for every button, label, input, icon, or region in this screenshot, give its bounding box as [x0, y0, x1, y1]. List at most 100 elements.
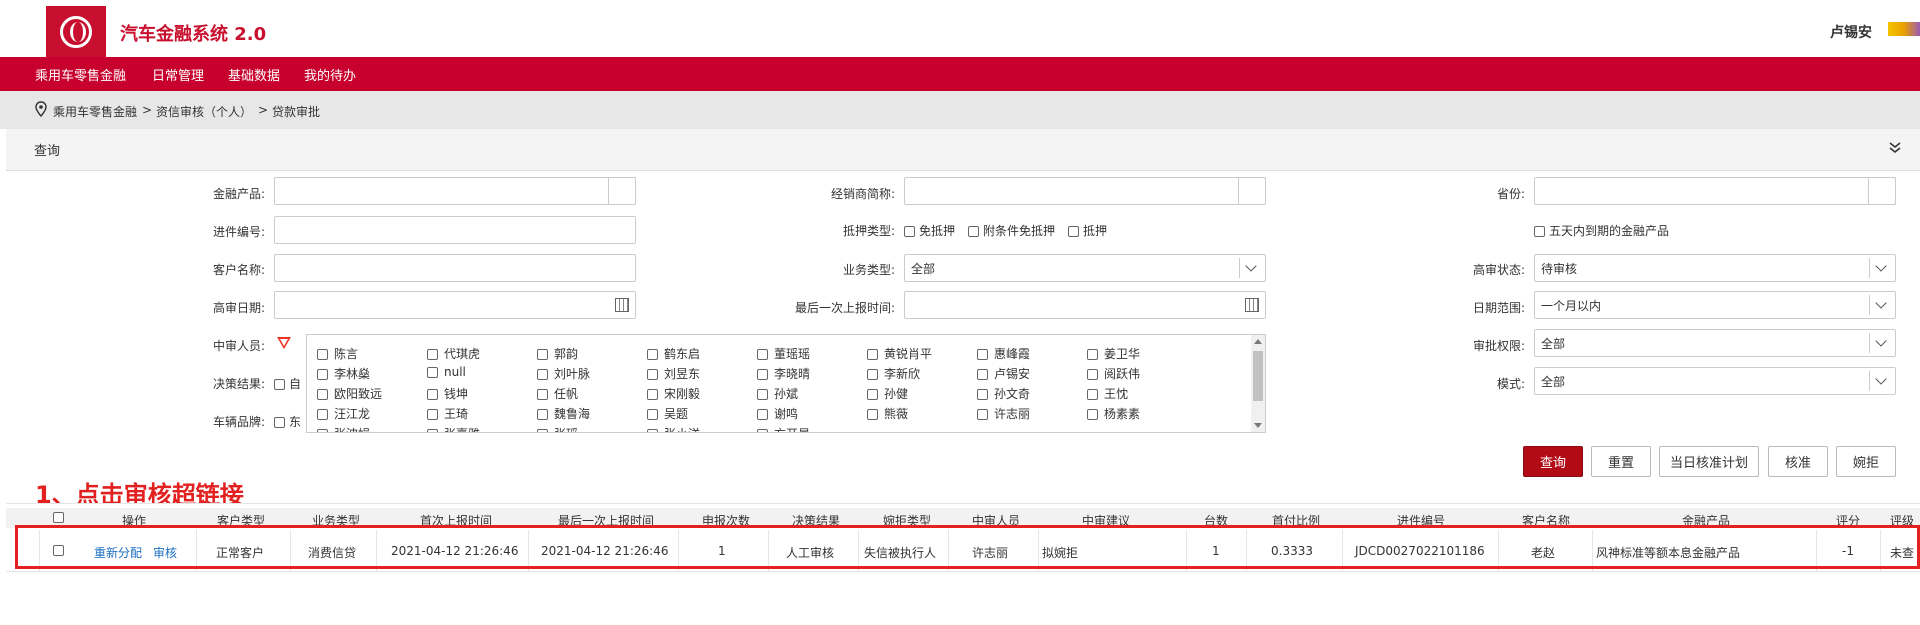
checkbox[interactable]: [1087, 369, 1098, 380]
biz-type-select[interactable]: 全部: [904, 254, 1266, 282]
checkbox[interactable]: [647, 349, 658, 360]
reviewer-option[interactable]: 钱坤: [427, 385, 468, 402]
approval-auth-select[interactable]: 全部: [1534, 329, 1896, 357]
checkbox[interactable]: [867, 369, 878, 380]
breadcrumb-item[interactable]: 资信审核（个人）: [156, 103, 252, 120]
review-date-input[interactable]: [274, 291, 636, 319]
checkbox[interactable]: [647, 429, 658, 432]
checkbox[interactable]: [867, 389, 878, 400]
review-status-select[interactable]: 待审核: [1534, 254, 1896, 282]
nav-my-todo[interactable]: 我的待办: [304, 65, 356, 84]
scroll-up-icon[interactable]: [1254, 339, 1262, 344]
filter-triangle-icon[interactable]: [277, 337, 291, 349]
checkbox[interactable]: [427, 429, 438, 432]
checkbox[interactable]: [968, 226, 979, 237]
reviewer-option[interactable]: 张小洋: [647, 425, 700, 432]
checkbox[interactable]: [977, 389, 988, 400]
user-name[interactable]: 卢锡安: [1830, 22, 1872, 42]
reviewer-option[interactable]: 孙斌: [757, 385, 798, 402]
calendar-icon[interactable]: [615, 298, 629, 312]
checkbox[interactable]: [1534, 226, 1545, 237]
checkbox[interactable]: [977, 349, 988, 360]
checkbox[interactable]: [757, 349, 768, 360]
checkbox[interactable]: [1087, 389, 1098, 400]
province-input[interactable]: [1534, 177, 1896, 205]
checkbox[interactable]: [317, 409, 328, 420]
reviewer-option[interactable]: 许志丽: [977, 405, 1030, 422]
reviewer-option[interactable]: 阅跃伟: [1087, 365, 1140, 382]
reset-button[interactable]: 重置: [1591, 446, 1651, 477]
reviewer-option[interactable]: 王琦: [427, 405, 468, 422]
checkbox[interactable]: [757, 389, 768, 400]
reviewer-option[interactable]: 代琪虎: [427, 345, 480, 362]
mode-select[interactable]: 全部: [1534, 367, 1896, 395]
scroll-down-icon[interactable]: [1254, 423, 1262, 428]
reviewer-option[interactable]: 郭韵: [537, 345, 578, 362]
checkbox[interactable]: [427, 389, 438, 400]
checkbox[interactable]: [757, 369, 768, 380]
checkbox[interactable]: [427, 367, 438, 378]
scroll-thumb[interactable]: [1253, 351, 1263, 401]
checkbox[interactable]: [317, 389, 328, 400]
reviewer-option[interactable]: 杨素素: [1087, 405, 1140, 422]
checkbox[interactable]: [537, 349, 548, 360]
checkbox[interactable]: [647, 389, 658, 400]
reviewer-option[interactable]: 李林燊: [317, 365, 370, 382]
approve-button[interactable]: 核准: [1768, 446, 1828, 477]
breadcrumb-item[interactable]: 乘用车零售金融: [53, 103, 137, 120]
checkbox[interactable]: [317, 349, 328, 360]
checkbox[interactable]: [1087, 409, 1098, 420]
checkbox[interactable]: [647, 369, 658, 380]
daily-plan-button[interactable]: 当日核准计划: [1659, 446, 1759, 477]
reviewer-option[interactable]: 宋刚毅: [647, 385, 700, 402]
checkbox[interactable]: [537, 429, 548, 432]
checkbox[interactable]: [427, 349, 438, 360]
checkbox[interactable]: [977, 369, 988, 380]
checkbox[interactable]: [537, 389, 548, 400]
reviewer-option[interactable]: 鹤东启: [647, 345, 700, 362]
dealer-input[interactable]: [904, 177, 1266, 205]
user-avatar[interactable]: [1888, 22, 1920, 36]
reviewer-option[interactable]: 任帆: [537, 385, 578, 402]
expiring-products-checkbox[interactable]: 五天内到期的金融产品: [1534, 222, 1669, 239]
reviewer-option[interactable]: 魏鲁海: [537, 405, 590, 422]
reviewer-option[interactable]: 惠峰霞: [977, 345, 1030, 362]
product-input[interactable]: [274, 177, 636, 205]
checkbox[interactable]: [977, 409, 988, 420]
checkbox[interactable]: [757, 409, 768, 420]
checkbox[interactable]: [904, 226, 915, 237]
reviewer-option[interactable]: 欧阳致远: [317, 385, 382, 402]
reviewer-option[interactable]: 卢锡安: [977, 365, 1030, 382]
reviewer-option[interactable]: 李新欣: [867, 365, 920, 382]
collapse-icon[interactable]: [1888, 141, 1902, 155]
reviewer-option[interactable]: 张波娟: [317, 425, 370, 432]
province-picker-button[interactable]: [1868, 177, 1896, 205]
checkbox[interactable]: [757, 429, 768, 432]
checkbox[interactable]: [274, 417, 285, 428]
checkbox[interactable]: [274, 379, 285, 390]
reviewer-option[interactable]: 刘叶脉: [537, 365, 590, 382]
reviewer-option[interactable]: 张瑶: [537, 425, 578, 432]
checkbox[interactable]: [317, 429, 328, 432]
date-range-select[interactable]: 一个月以内: [1534, 291, 1896, 319]
mortgage-option-conditional[interactable]: 附条件免抵押: [968, 222, 1055, 239]
select-all-checkbox[interactable]: [53, 512, 64, 523]
reviewer-option[interactable]: 李晓晴: [757, 365, 810, 382]
reviewer-option[interactable]: 张嘉雅: [427, 425, 480, 432]
customer-name-input[interactable]: [274, 254, 636, 282]
checkbox[interactable]: [867, 409, 878, 420]
mortgage-option-mortgage[interactable]: 抵押: [1068, 222, 1107, 239]
vertical-scrollbar[interactable]: [1251, 335, 1265, 432]
reviewer-option[interactable]: 黄锐肖平: [867, 345, 932, 362]
decision-checkbox[interactable]: 自: [274, 375, 301, 392]
order-no-input[interactable]: [274, 216, 636, 244]
checkbox[interactable]: [317, 369, 328, 380]
nav-retail-finance[interactable]: 乘用车零售金融: [35, 65, 126, 84]
checkbox[interactable]: [647, 409, 658, 420]
reviewer-option[interactable]: null: [427, 365, 466, 379]
reviewer-option[interactable]: 董瑶瑶: [757, 345, 810, 362]
nav-daily-management[interactable]: 日常管理: [152, 65, 204, 84]
checkbox[interactable]: [427, 409, 438, 420]
dealer-picker-button[interactable]: [1238, 177, 1266, 205]
mid-reviewer-list[interactable]: 陈言 代琪虎 郭韵 鹤东启 董瑶瑶 黄锐肖平 惠峰霞 姜卫华 李林燊 null 刘叶脉 刘昱东 李晓晴 李…: [306, 334, 1266, 433]
